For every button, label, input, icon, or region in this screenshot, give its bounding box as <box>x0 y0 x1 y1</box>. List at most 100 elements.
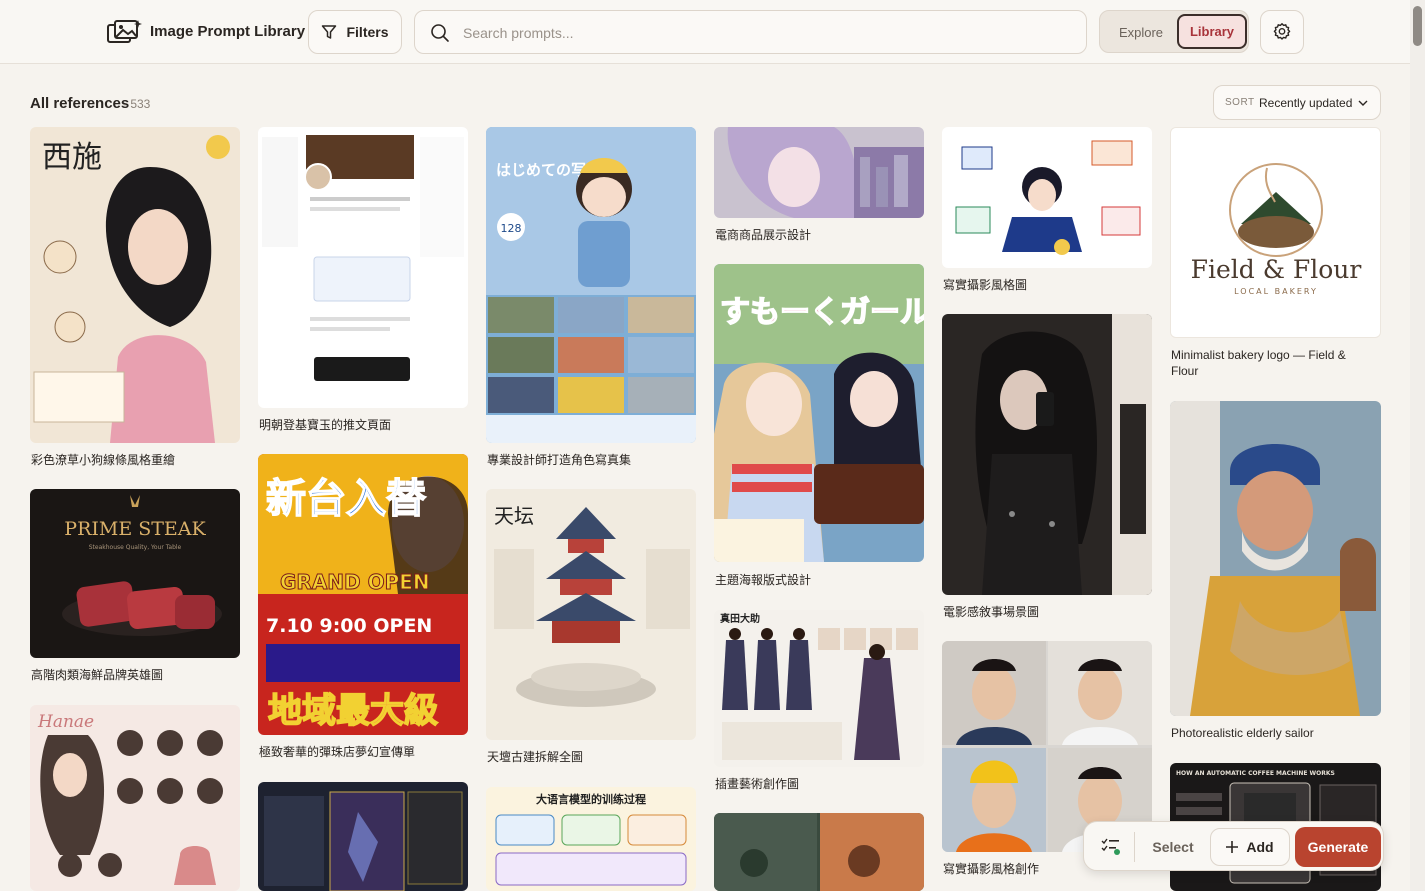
card-caption: 天壇古建拆解全圖 <box>487 750 584 764</box>
reference-card[interactable]: Photorealistic elderly sailor <box>1170 401 1381 745</box>
card-caption: 彩色潦草小狗線條風格重繪 <box>31 453 176 467</box>
image-library-logo-icon <box>107 20 142 43</box>
photo-book-image: はじめての写真集 128 <box>486 127 696 443</box>
reference-card[interactable]: Hanae <box>30 705 240 891</box>
poster-title-text: すもーくガールズ <box>720 295 924 330</box>
temple-breakdown-image: 天坛 <box>486 489 696 740</box>
card-caption: 電影感敘事場景圖 <box>943 605 1040 619</box>
app-title: Image Prompt Library <box>150 23 306 40</box>
card-image <box>714 127 924 218</box>
sort-dropdown[interactable]: SORT Recently updated <box>1213 85 1381 120</box>
anime-poster-image: すもーくガールズ <box>714 264 924 562</box>
reference-count: · 533 <box>123 97 151 111</box>
card-image: 新台入替 GRAND OPEN 7.10 9:00 OPEN 地域最大級 <box>258 454 468 735</box>
search-bar[interactable] <box>414 10 1087 54</box>
reference-card[interactable] <box>714 813 924 891</box>
steak-title-text: PRIME STEAK <box>64 518 206 540</box>
tab-explore[interactable]: Explore <box>1107 15 1175 49</box>
card-image: 西施 <box>30 127 240 443</box>
reference-card[interactable]: 明朝登基寶玉的推文頁面 <box>258 127 468 437</box>
doodle-title-text: 西施 <box>42 140 102 175</box>
card-caption: 高階肉類海鮮品牌英雄圖 <box>31 668 164 682</box>
card-image <box>1170 401 1381 716</box>
card-image: 大语言模型的训练过程 <box>486 787 696 891</box>
card-image: PRIME STEAK Steakhouse Quality, Your Tab… <box>30 489 240 658</box>
card-caption: 專業設計師打造角色寫真集 <box>487 453 632 467</box>
reference-card[interactable]: 真田大助 插畫藝術創作圖 <box>714 610 924 794</box>
gear-icon <box>1273 23 1291 40</box>
reference-card[interactable]: 天坛 天壇古建拆解全圖 <box>486 489 696 767</box>
top-bar: Image Prompt Library Filters Explore Lib… <box>0 0 1410 64</box>
gothic-selfie-image <box>942 314 1152 595</box>
reference-card[interactable]: 寫實攝影風格圖 <box>942 127 1152 297</box>
card-image: はじめての写真集 128 <box>486 127 696 443</box>
add-button[interactable]: Add <box>1210 828 1290 866</box>
doodle-portrait-image: 西施 <box>30 127 240 443</box>
reference-card[interactable]: すもーくガールズ 主題海報版式設計 <box>714 264 924 592</box>
pachinko-title-text: 新台入替 <box>266 476 426 522</box>
llm-infographic-image: 大语言模型的训练过程 <box>486 787 696 891</box>
anime-city-image <box>714 127 924 218</box>
coffee-title-text: HOW AN AUTOMATIC COFFEE MACHINE WORKS <box>1176 770 1335 777</box>
settings-button[interactable] <box>1260 10 1304 54</box>
reference-card[interactable]: 電影感敘事場景圖 <box>942 314 1152 622</box>
reference-card[interactable]: 大语言模型的训练过程 <box>486 787 696 891</box>
prime-steak-image: PRIME STEAK Steakhouse Quality, Your Tab… <box>30 489 240 658</box>
steak-subtitle-text: Steakhouse Quality, Your Table <box>89 544 182 551</box>
fantasy-card-image <box>258 782 468 891</box>
card-caption: 寫實攝影風格圖 <box>943 278 1028 292</box>
toolbar-divider <box>1134 832 1135 862</box>
hanae-name-text: Hanae <box>37 712 94 732</box>
card-image: すもーくガールズ <box>714 264 924 562</box>
plus-icon <box>1226 841 1239 853</box>
card-image: 天坛 <box>486 489 696 740</box>
card-image: Hanae <box>30 705 240 891</box>
reference-card[interactable]: はじめての写真集 128 專業設計師打造角色寫真集 <box>486 127 696 472</box>
reference-card[interactable]: 新台入替 GRAND OPEN 7.10 9:00 OPEN 地域最大級 極致奢… <box>258 454 468 764</box>
reference-card[interactable]: 西施 彩色潦草小狗線條風格重繪 <box>30 127 240 472</box>
search-input[interactable] <box>463 22 1063 44</box>
sort-value: Recently updated <box>1259 96 1353 110</box>
select-button[interactable]: Select <box>1140 830 1206 864</box>
elderly-sailor-image <box>1170 401 1381 716</box>
search-icon <box>431 24 449 42</box>
page-scrollbar[interactable] <box>1410 0 1425 891</box>
card-caption: 電商商品展示設計 <box>715 228 812 242</box>
card-caption: 極致奢華的彈珠店夢幻宣傳單 <box>259 745 416 759</box>
design-sheet-image: 真田大助 <box>714 610 924 767</box>
card-caption: Minimalist bakery logo — Field & Flour <box>1171 348 1346 378</box>
sort-label: SORT <box>1225 97 1255 108</box>
chevron-down-icon <box>1358 100 1368 106</box>
llm-title-text: 大语言模型的训练过程 <box>536 792 646 806</box>
card-image <box>942 127 1152 268</box>
pachinko-grand-open-text: GRAND OPEN <box>280 570 430 594</box>
generate-button[interactable]: Generate <box>1295 827 1381 867</box>
reference-card[interactable]: PRIME STEAK Steakhouse Quality, Your Tab… <box>30 489 240 685</box>
card-image <box>714 813 924 891</box>
checklist-icon <box>1101 838 1120 855</box>
card-caption: 明朝登基寶玉的推文頁面 <box>259 418 392 432</box>
tab-library[interactable]: Library <box>1177 14 1247 49</box>
temple-title-text: 天坛 <box>494 504 534 528</box>
reference-card[interactable]: Field & Flour LOCAL BAKERY Minimalist ba… <box>1170 127 1381 383</box>
design-sheet-name-text: 真田大助 <box>720 612 760 625</box>
bakery-name-text: Field & Flour <box>1191 255 1362 284</box>
filters-button[interactable]: Filters <box>308 10 402 54</box>
card-image: 真田大助 <box>714 610 924 767</box>
add-label: Add <box>1246 839 1274 855</box>
bakery-logo-image: Field & Flour LOCAL BAKERY <box>1171 128 1380 337</box>
gallery-heading: All references <box>30 95 130 112</box>
reference-card[interactable]: 電商商品展示設計 <box>714 127 924 247</box>
tweet-page-image <box>258 127 468 408</box>
view-switcher: Explore Library <box>1099 10 1249 53</box>
scrollbar-thumb[interactable] <box>1413 6 1422 46</box>
developer-doodle-image <box>942 127 1152 268</box>
photo-book-badge-text: 128 <box>501 222 522 235</box>
pachinko-flyer-image: 新台入替 GRAND OPEN 7.10 9:00 OPEN 地域最大級 <box>258 454 468 735</box>
bakery-subtitle-text: LOCAL BAKERY <box>1234 287 1318 296</box>
card-caption: Photorealistic elderly sailor <box>1171 726 1314 740</box>
checklist-button[interactable] <box>1092 829 1130 865</box>
cinematic-collage-image <box>714 813 924 891</box>
reference-card[interactable] <box>258 782 468 891</box>
card-caption: 主題海報版式設計 <box>715 573 812 587</box>
